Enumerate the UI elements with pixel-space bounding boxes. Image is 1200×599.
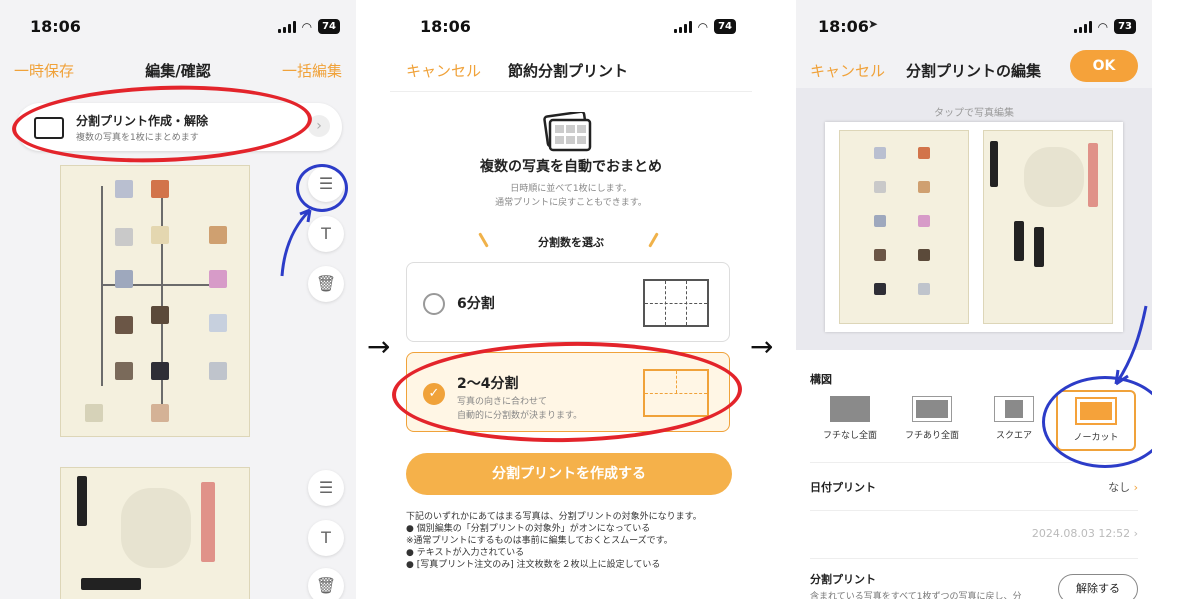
layout-caption: フチあり全面	[904, 431, 959, 441]
wifi-icon: ◠	[301, 19, 313, 34]
release-button[interactable]: 解除する	[1058, 574, 1138, 599]
date-value-row[interactable]: 2024.08.03 12:52 ›	[810, 510, 1138, 558]
date-print-value: なし ›	[1108, 481, 1138, 494]
signal-icon	[673, 20, 692, 33]
preview-photo[interactable]	[983, 130, 1113, 324]
layout-borderless[interactable]: フチなし全面	[810, 396, 890, 441]
signal-icon	[1073, 20, 1092, 33]
status-bar: 18:06 ◠ 74	[390, 0, 752, 52]
cancel-button[interactable]: キャンセル	[810, 60, 885, 81]
status-bar: 18:06 ◠ 74	[0, 0, 356, 52]
photos-stack-icon	[543, 112, 592, 152]
adjust-icon[interactable]: ☰	[308, 470, 344, 506]
status-icons: ◠ 73	[1073, 19, 1136, 34]
step-arrow-icon: →	[367, 330, 391, 363]
battery-icon: 74	[318, 19, 340, 34]
feature-description: 日時順に並べて1枚にします。 通常プリントに戻すこともできます。	[390, 182, 752, 210]
description-line: 通常プリントに戻すこともできます。	[495, 198, 647, 208]
note-line: ● [写真プリント注文のみ] 注文枚数を２枚以上に設定している	[406, 560, 661, 570]
split-option-6[interactable]: 6分割	[406, 262, 730, 342]
layout-bordered[interactable]: フチあり全面	[892, 396, 972, 441]
preview-photo[interactable]	[839, 130, 969, 324]
status-time: 18:06	[30, 17, 81, 36]
page-title: 節約分割プリント	[508, 62, 629, 80]
exclusion-notes: 下記のいずれかにあてはまる写真は、分割プリントの対象外になります。 ● 個別編集…	[406, 511, 746, 571]
status-icons: ◠ 74	[277, 19, 340, 34]
status-bar: 18:06 ➤ ◠ 73	[796, 0, 1152, 52]
split-print-edit-screen: 18:06 ➤ ◠ 73 キャンセル 分割プリントの編集 OK タップで写真編集	[796, 0, 1152, 599]
photo-thumbnail[interactable]	[60, 467, 250, 599]
annotation-circle	[10, 80, 314, 168]
split-print-label: 分割プリント	[810, 573, 876, 586]
description-line: 日時順に並べて1枚にします。	[510, 184, 632, 194]
note-line: ● 個別編集の「分割プリントの対象外」がオンになっている	[406, 524, 651, 534]
edit-confirm-screen: 18:06 ◠ 74 一時保存 編集/確認 一括編集 分割プリント作成・解除 複…	[0, 0, 356, 599]
step-arrow-icon: →	[750, 330, 774, 363]
location-arrow-icon: ➤	[868, 17, 879, 31]
annotation-arrow-icon	[1114, 305, 1148, 386]
status-time: 18:06	[818, 17, 869, 36]
date-value: 2024.08.03 12:52 ›	[1031, 527, 1138, 540]
signal-icon	[277, 20, 296, 33]
tap-hint: タップで写真編集	[934, 108, 1014, 119]
split-print-screen: 18:06 ◠ 74 キャンセル 節約分割プリント 複数の写真を自動でおまとめ …	[390, 0, 752, 599]
date-print-row[interactable]: 日付プリント なし ›	[810, 462, 1138, 510]
nav-bar: キャンセル 節約分割プリント	[390, 52, 752, 92]
date-print-label: 日付プリント	[810, 481, 876, 494]
trash-icon[interactable]: 🗑	[308, 568, 344, 599]
note-line: ※通常プリントにするものは事前に編集しておくとスムーズです。	[406, 536, 673, 546]
note-line: ● テキストが入力されている	[406, 548, 525, 558]
battery-icon: 73	[1114, 19, 1136, 34]
annotation-arrow-icon	[280, 208, 312, 277]
layout-caption: フチなし全面	[822, 431, 877, 441]
create-split-print-button[interactable]: 分割プリントを作成する	[406, 453, 732, 495]
feature-heading: 複数の写真を自動でおまとめ	[480, 159, 662, 175]
text-icon[interactable]: T	[308, 520, 344, 556]
photo-thumbnail[interactable]	[60, 165, 250, 437]
option-label: 6分割	[457, 296, 495, 312]
composition-label: 構図	[810, 373, 832, 386]
status-time: 18:06	[420, 17, 471, 36]
note-line: 下記のいずれかにあてはまる写真は、分割プリントの対象外になります。	[406, 512, 702, 522]
ok-button[interactable]: OK	[1070, 50, 1138, 82]
wifi-icon: ◠	[697, 19, 709, 34]
bulk-edit-button[interactable]: 一括編集	[282, 60, 342, 81]
status-icons: ◠ 74	[673, 19, 736, 34]
split-print-description: 含まれている写真をすべて1枚ずつの写真に戻し、分	[810, 592, 1022, 599]
battery-icon: 74	[714, 19, 736, 34]
nav-bar: 一時保存 編集/確認 一括編集	[0, 52, 356, 88]
six-split-grid-icon	[643, 279, 709, 327]
print-preview[interactable]	[825, 122, 1123, 332]
choose-split-label: 分割数を選ぶ	[538, 236, 604, 249]
radio-button[interactable]	[423, 293, 445, 315]
wifi-icon: ◠	[1097, 19, 1109, 34]
cancel-button[interactable]: キャンセル	[406, 60, 481, 81]
